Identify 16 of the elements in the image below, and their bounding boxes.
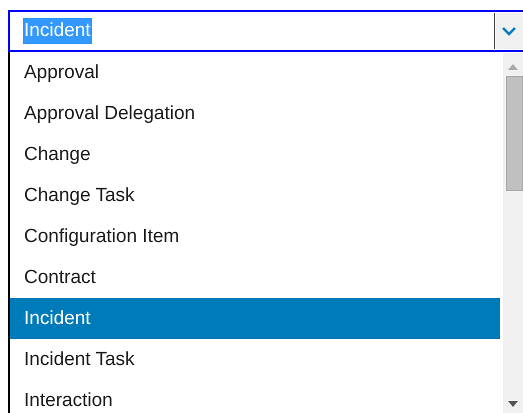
scroll-down-icon — [508, 401, 518, 407]
dropdown-option[interactable]: Incident Task — [10, 339, 500, 380]
dropdown-option[interactable]: Approval — [10, 52, 500, 93]
dropdown-option[interactable]: Interaction — [10, 380, 500, 413]
dropdown-option[interactable]: Approval Delegation — [10, 93, 500, 134]
scroll-thumb[interactable] — [506, 76, 523, 191]
dropdown-option[interactable]: Contract — [10, 257, 500, 298]
scrollbar[interactable] — [503, 52, 523, 413]
dropdown-option[interactable]: Configuration Item — [10, 216, 500, 257]
selected-value: Incident — [23, 18, 92, 44]
dropdown-option[interactable]: Incident — [10, 298, 500, 339]
chevron-down-icon — [501, 26, 517, 36]
dropdown-option[interactable]: Change Task — [10, 175, 500, 216]
dropdown-toggle-button[interactable] — [494, 13, 523, 49]
dropdown-option[interactable]: Change — [10, 134, 500, 175]
scroll-up-icon — [508, 64, 518, 70]
